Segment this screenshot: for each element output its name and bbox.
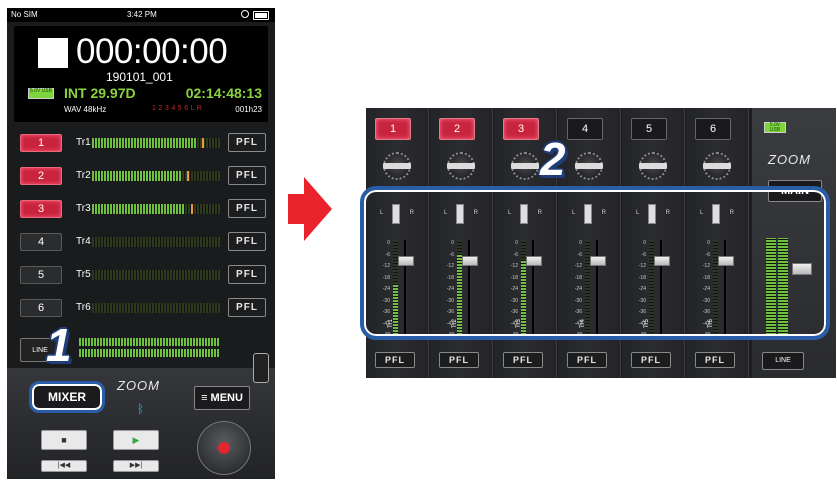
track-name: Tr4 bbox=[76, 236, 91, 247]
pfl-button[interactable]: PFL bbox=[631, 352, 671, 368]
remaining-time: 02:14:48:13 bbox=[185, 85, 262, 101]
pfl-button[interactable]: PFL bbox=[228, 199, 266, 218]
track-name: Tr5 bbox=[76, 269, 91, 280]
track-name: Tr2 bbox=[76, 170, 91, 181]
forward-button[interactable]: ▶▶| bbox=[113, 460, 159, 472]
gain-knob[interactable] bbox=[575, 152, 603, 180]
pfl-button[interactable]: PFL bbox=[228, 166, 266, 185]
track-level-fill bbox=[92, 138, 197, 148]
pfl-button[interactable]: PFL bbox=[228, 133, 266, 152]
gain-knob[interactable] bbox=[383, 152, 411, 180]
track-name: Tr1 bbox=[76, 137, 91, 148]
pfl-button[interactable]: PFL bbox=[228, 232, 266, 251]
step-1-callout: 1 bbox=[46, 319, 72, 371]
track-peak-marker bbox=[202, 138, 205, 148]
track-level-meter bbox=[92, 138, 220, 148]
mixer-button[interactable]: MIXER bbox=[29, 381, 105, 413]
track-level-meter bbox=[92, 237, 220, 247]
gain-knob[interactable] bbox=[639, 152, 667, 180]
channel-arm-button[interactable]: 3 bbox=[503, 118, 539, 140]
gain-knob[interactable] bbox=[511, 152, 539, 180]
channel-arm-button[interactable]: 5 bbox=[631, 118, 667, 140]
channel-arm-button[interactable]: 1 bbox=[375, 118, 411, 140]
main-level-meter bbox=[79, 338, 219, 358]
track-row-3: 3 Tr3 PFL bbox=[20, 198, 266, 220]
record-tracks-indicator: 1 2 3 4 5 6 L R bbox=[152, 105, 203, 112]
track-level-meter bbox=[92, 171, 220, 181]
track-row-2: 2 Tr2 PFL bbox=[20, 165, 266, 187]
pfl-button[interactable]: PFL bbox=[503, 352, 543, 368]
main-meter-left bbox=[79, 338, 219, 346]
track-level-meter bbox=[92, 303, 220, 313]
track-level-meter bbox=[92, 270, 220, 280]
bluetooth-icon: ᛒ bbox=[137, 402, 145, 416]
track-name: Tr3 bbox=[76, 203, 91, 214]
track-row-6: 6 Tr6 PFL bbox=[20, 297, 266, 319]
take-counter: 001h23 bbox=[235, 105, 262, 114]
track-level-meter bbox=[92, 204, 220, 214]
status-icon bbox=[241, 10, 249, 18]
pfl-button[interactable]: PFL bbox=[439, 352, 479, 368]
battery-icon bbox=[253, 11, 269, 20]
track-arm-button[interactable]: 5 bbox=[20, 266, 62, 284]
rewind-button[interactable]: |◀◀ bbox=[41, 460, 87, 472]
side-slider-handle[interactable] bbox=[253, 353, 269, 383]
track-arm-button[interactable]: 1 bbox=[20, 134, 62, 152]
control-panel: MIXER ZOOM ᛒ ≡ MENU ■ ▶ |◀◀ ▶▶| bbox=[7, 368, 275, 479]
main-meter-right bbox=[79, 349, 219, 357]
track-name: Tr6 bbox=[76, 302, 91, 313]
clock-text: 3:42 PM bbox=[127, 10, 157, 19]
track-level-fill bbox=[92, 171, 182, 181]
menu-button[interactable]: ≡ MENU bbox=[194, 386, 250, 410]
track-arm-button[interactable]: 3 bbox=[20, 200, 62, 218]
arrow-shaft bbox=[288, 194, 304, 224]
stop-button[interactable]: ■ bbox=[41, 430, 87, 450]
channel-arm-button[interactable]: 4 bbox=[567, 118, 603, 140]
track-peak-marker bbox=[190, 204, 193, 214]
track-arm-button[interactable]: 4 bbox=[20, 233, 62, 251]
track-arm-button[interactable]: 2 bbox=[20, 167, 62, 185]
carrier-text: No SIM bbox=[11, 10, 38, 19]
track-arm-button[interactable]: 6 bbox=[20, 299, 62, 317]
stop-state-icon bbox=[38, 38, 68, 68]
filename: 190101_001 bbox=[106, 70, 173, 84]
recording-format: WAV 48kHz bbox=[64, 105, 107, 114]
usb-power-icon: 5.0V USB bbox=[764, 122, 786, 133]
channel-arm-button[interactable]: 2 bbox=[439, 118, 475, 140]
usb-power-icon: 5.0V USB bbox=[28, 88, 54, 99]
step-2-callout: 2 bbox=[540, 133, 566, 185]
track-level-fill bbox=[92, 204, 185, 214]
play-button[interactable]: ▶ bbox=[113, 430, 159, 450]
phone-screen: No SIM 3:42 PM 000:00:00 190101_001 5.0V… bbox=[7, 8, 275, 479]
channel-arm-button[interactable]: 6 bbox=[695, 118, 731, 140]
timecode: 000:00:00 bbox=[76, 32, 228, 71]
recorder-display: 000:00:00 190101_001 5.0V USB INT 29.97D… bbox=[14, 26, 268, 122]
track-row-5: 5 Tr5 PFL bbox=[20, 264, 266, 286]
gain-knob[interactable] bbox=[447, 152, 475, 180]
gain-knob[interactable] bbox=[703, 152, 731, 180]
record-button[interactable] bbox=[197, 421, 251, 475]
track-peak-marker bbox=[186, 171, 189, 181]
line-button[interactable]: LINE bbox=[762, 352, 804, 370]
pfl-button[interactable]: PFL bbox=[567, 352, 607, 368]
pfl-button[interactable]: PFL bbox=[228, 265, 266, 284]
arrow-icon bbox=[304, 177, 332, 241]
pfl-button[interactable]: PFL bbox=[695, 352, 735, 368]
status-bar: No SIM 3:42 PM bbox=[7, 8, 275, 22]
pfl-button[interactable]: PFL bbox=[228, 298, 266, 317]
timecode-mode: INT 29.97D bbox=[64, 85, 136, 101]
zoom-logo: ZOOM bbox=[768, 152, 811, 167]
fader-highlight-box bbox=[360, 186, 830, 340]
zoom-logo: ZOOM bbox=[117, 378, 160, 393]
pfl-button[interactable]: PFL bbox=[375, 352, 415, 368]
track-row-1: 1 Tr1 PFL bbox=[20, 132, 266, 154]
track-row-4: 4 Tr4 PFL bbox=[20, 231, 266, 253]
